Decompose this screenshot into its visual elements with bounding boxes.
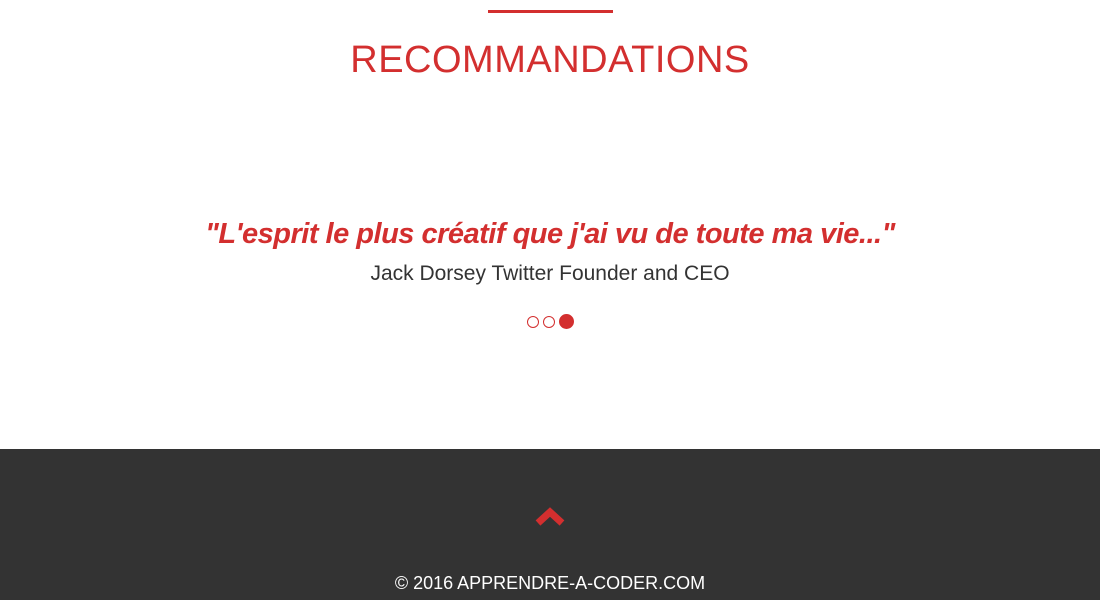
testimonial-quote: "L'esprit le plus créatif que j'ai vu de… bbox=[205, 218, 895, 250]
carousel-dot-1[interactable] bbox=[526, 315, 539, 328]
recommendations-section: RECOMMANDATIONS "L'esprit le plus créati… bbox=[0, 0, 1100, 449]
copyright-text: © 2016 APPRENDRE-A-CODER.COM bbox=[394, 573, 706, 593]
carousel-dot-2[interactable] bbox=[542, 315, 555, 328]
title-divider bbox=[488, 10, 613, 13]
testimonial-author: Jack Dorsey Twitter Founder and CEO bbox=[370, 262, 730, 285]
footer: © 2016 APPRENDRE-A-CODER.COM bbox=[0, 449, 1100, 600]
back-to-top-button[interactable] bbox=[532, 503, 568, 529]
carousel-indicators bbox=[0, 314, 1100, 329]
chevron-up-icon bbox=[535, 507, 565, 526]
carousel-dot-3[interactable] bbox=[558, 314, 574, 329]
page: RECOMMANDATIONS "L'esprit le plus créati… bbox=[0, 0, 1100, 600]
section-title: RECOMMANDATIONS bbox=[350, 39, 750, 81]
